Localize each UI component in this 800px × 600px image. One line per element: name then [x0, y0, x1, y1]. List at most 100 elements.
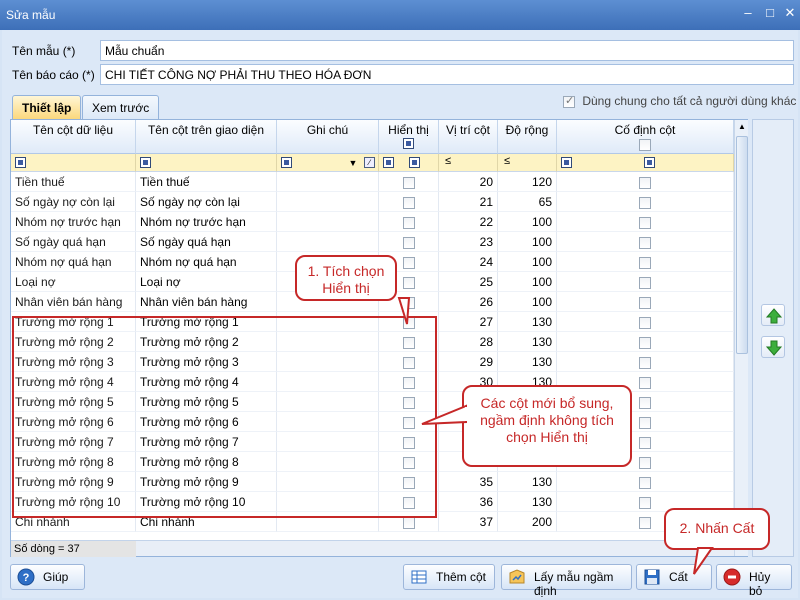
- cell-ui-column[interactable]: Số ngày quá hạn: [136, 232, 277, 252]
- visible-checkbox[interactable]: [402, 256, 415, 269]
- clear-filter-icon[interactable]: ∕: [364, 157, 375, 168]
- shared-checkbox[interactable]: [563, 94, 575, 108]
- header-note[interactable]: Ghi chú: [277, 120, 379, 154]
- cell-width[interactable]: 200: [498, 512, 557, 532]
- header-fixed[interactable]: Cố định cột: [557, 120, 734, 154]
- filter-visible[interactable]: [379, 154, 439, 172]
- cell-fixed[interactable]: [557, 332, 734, 352]
- cell-data-column[interactable]: Số ngày nợ còn lại: [11, 192, 136, 212]
- cell-fixed[interactable]: [557, 232, 734, 252]
- table-row[interactable]: Số ngày quá hạn Số ngày quá hạn 23 100: [11, 232, 734, 252]
- chevron-down-icon[interactable]: ▼: [346, 156, 360, 170]
- cell-ui-column[interactable]: Nhóm nợ quá hạn: [136, 252, 277, 272]
- fixed-checkbox[interactable]: [639, 216, 651, 229]
- cell-visible[interactable]: [379, 232, 439, 252]
- visible-checkbox[interactable]: [402, 236, 415, 249]
- cell-width[interactable]: 120: [498, 172, 557, 192]
- cell-position[interactable]: 25: [439, 272, 498, 292]
- fixed-checkbox[interactable]: [639, 176, 651, 189]
- cell-position[interactable]: 23: [439, 232, 498, 252]
- header-data-column[interactable]: Tên cột dữ liệu: [11, 120, 136, 154]
- fixed-checkbox[interactable]: [639, 516, 651, 529]
- scroll-thumb[interactable]: [736, 136, 748, 354]
- cell-position[interactable]: 28: [439, 332, 498, 352]
- cell-note[interactable]: [277, 192, 379, 212]
- move-down-button[interactable]: [761, 336, 785, 358]
- scroll-up-icon[interactable]: ▲: [735, 120, 749, 134]
- cell-data-column[interactable]: Tiền thuế: [11, 172, 136, 192]
- cell-fixed[interactable]: [557, 252, 734, 272]
- default-template-button[interactable]: Lấy mẫu ngầm định: [501, 564, 632, 598]
- header-visible[interactable]: Hiển thị: [379, 120, 439, 154]
- help-button[interactable]: ? Giúp: [10, 564, 85, 590]
- filter-position[interactable]: ≤: [439, 154, 498, 172]
- select-all-fixed-checkbox[interactable]: [639, 138, 651, 151]
- cell-width[interactable]: 100: [498, 252, 557, 272]
- report-name-input[interactable]: CHI TIẾT CÔNG NỢ PHẢI THU THEO HÓA ĐƠN: [100, 64, 794, 85]
- cell-visible[interactable]: [379, 192, 439, 212]
- cell-position[interactable]: 26: [439, 292, 498, 312]
- cell-width[interactable]: 100: [498, 212, 557, 232]
- tab-preview[interactable]: Xem trước: [82, 95, 160, 119]
- cell-width[interactable]: 130: [498, 352, 557, 372]
- vertical-scrollbar[interactable]: ▲: [734, 120, 748, 556]
- fixed-checkbox[interactable]: [639, 376, 651, 389]
- cell-data-column[interactable]: Nhóm nợ trước hạn: [11, 212, 136, 232]
- close-icon[interactable]: ✕: [782, 6, 798, 22]
- fixed-checkbox[interactable]: [639, 256, 651, 269]
- visible-checkbox[interactable]: [402, 196, 415, 209]
- minimize-icon[interactable]: –: [740, 6, 756, 22]
- table-row[interactable]: Nhóm nợ trước hạn Nhóm nợ trước hạn 22 100: [11, 212, 734, 232]
- visible-checkbox[interactable]: [402, 176, 415, 189]
- fixed-checkbox[interactable]: [639, 296, 651, 309]
- cell-note[interactable]: [277, 212, 379, 232]
- cell-width[interactable]: 130: [498, 312, 557, 332]
- cell-ui-column[interactable]: Nhân viên bán hàng: [136, 292, 277, 312]
- cell-position[interactable]: 20: [439, 172, 498, 192]
- header-ui-column[interactable]: Tên cột trên giao diện: [136, 120, 277, 154]
- table-row[interactable]: Tiền thuế Tiền thuế 20 120: [11, 172, 734, 192]
- fixed-checkbox[interactable]: [639, 416, 651, 429]
- cell-width[interactable]: 100: [498, 292, 557, 312]
- fixed-checkbox[interactable]: [639, 396, 651, 409]
- cell-fixed[interactable]: [557, 352, 734, 372]
- fixed-checkbox[interactable]: [639, 476, 651, 489]
- cell-width[interactable]: 65: [498, 192, 557, 212]
- cell-fixed[interactable]: [557, 272, 734, 292]
- table-row[interactable]: Số ngày nợ còn lại Số ngày nợ còn lại 21 65: [11, 192, 734, 212]
- filter-ui-column[interactable]: [136, 154, 277, 172]
- cell-width[interactable]: 130: [498, 492, 557, 512]
- cell-data-column[interactable]: Nhân viên bán hàng: [11, 292, 136, 312]
- visible-checkbox[interactable]: [402, 216, 415, 229]
- fixed-checkbox[interactable]: [639, 196, 651, 209]
- cell-position[interactable]: 36: [439, 492, 498, 512]
- filter-width[interactable]: ≤: [498, 154, 557, 172]
- cell-ui-column[interactable]: Loại nợ: [136, 272, 277, 292]
- fixed-checkbox[interactable]: [639, 356, 651, 369]
- cell-visible[interactable]: [379, 172, 439, 192]
- cell-width[interactable]: 100: [498, 272, 557, 292]
- visible-checkbox[interactable]: [402, 276, 415, 289]
- filter-data-column[interactable]: [11, 154, 136, 172]
- filter-note[interactable]: ▼ ∕: [277, 154, 379, 172]
- cell-ui-column[interactable]: Nhóm nợ trước hạn: [136, 212, 277, 232]
- cell-position[interactable]: 22: [439, 212, 498, 232]
- fixed-checkbox[interactable]: [639, 276, 651, 289]
- header-position[interactable]: Vị trí cột: [439, 120, 498, 154]
- shared-option[interactable]: Dùng chung cho tất cả người dùng khác: [563, 94, 796, 108]
- cell-note[interactable]: [277, 232, 379, 252]
- cell-width[interactable]: 130: [498, 472, 557, 492]
- cell-data-column[interactable]: Nhóm nợ quá hạn: [11, 252, 136, 272]
- cell-width[interactable]: 130: [498, 332, 557, 352]
- cell-ui-column[interactable]: Tiền thuế: [136, 172, 277, 192]
- cell-fixed[interactable]: [557, 292, 734, 312]
- cell-position[interactable]: 35: [439, 472, 498, 492]
- maximize-icon[interactable]: □: [762, 6, 778, 22]
- cell-position[interactable]: 27: [439, 312, 498, 332]
- fixed-checkbox[interactable]: [639, 316, 651, 329]
- cell-position[interactable]: 21: [439, 192, 498, 212]
- fixed-checkbox[interactable]: [639, 336, 651, 349]
- cell-visible[interactable]: [379, 212, 439, 232]
- fixed-checkbox[interactable]: [639, 496, 651, 509]
- fixed-checkbox[interactable]: [639, 456, 651, 469]
